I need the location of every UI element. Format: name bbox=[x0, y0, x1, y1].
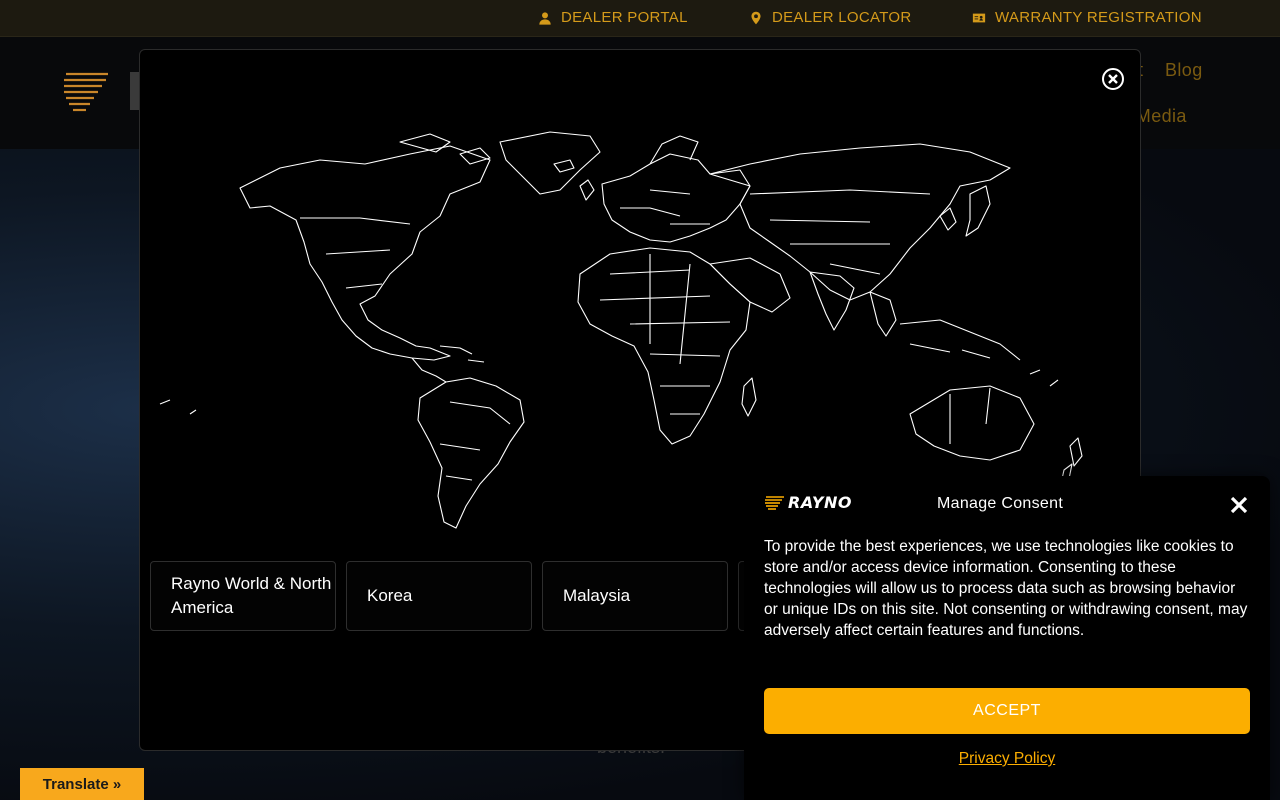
region-card-rayno-world[interactable]: Rayno World & North America bbox=[150, 561, 336, 631]
dealer-locator-link[interactable]: DEALER LOCATOR bbox=[749, 9, 912, 26]
dealer-portal-link[interactable]: DEALER PORTAL bbox=[538, 9, 688, 26]
dealer-portal-label: DEALER PORTAL bbox=[561, 9, 688, 26]
consent-logo-wordmark: RAYNO bbox=[788, 493, 852, 512]
region-card-korea[interactable]: Korea bbox=[346, 561, 532, 631]
consent-brand-logo: RAYNO bbox=[764, 493, 852, 512]
warranty-registration-link[interactable]: WARRANTY REGISTRATION bbox=[972, 9, 1202, 26]
consent-title: Manage Consent bbox=[937, 495, 1064, 512]
warranty-registration-label: WARRANTY REGISTRATION bbox=[995, 9, 1202, 26]
close-icon bbox=[1108, 74, 1118, 84]
map-pin-icon bbox=[751, 11, 761, 24]
modal-close-button[interactable] bbox=[1102, 68, 1124, 90]
rayno-logo-icon bbox=[765, 495, 784, 510]
cookie-consent-panel: RAYNO Manage Consent To provide the best… bbox=[744, 476, 1270, 800]
accept-button[interactable]: ACCEPT bbox=[764, 688, 1250, 734]
id-card-icon bbox=[972, 13, 986, 22]
brand-logo-icon[interactable] bbox=[62, 70, 112, 116]
region-card-malaysia[interactable]: Malaysia bbox=[542, 561, 728, 631]
world-map bbox=[159, 131, 1083, 529]
nav-item-blog[interactable]: Blog bbox=[1165, 60, 1203, 81]
privacy-policy-link[interactable]: Privacy Policy bbox=[744, 750, 1270, 768]
consent-close-button[interactable] bbox=[1230, 496, 1250, 516]
consent-description: To provide the best experiences, we use … bbox=[764, 538, 1248, 639]
dealer-locator-label: DEALER LOCATOR bbox=[772, 9, 912, 26]
user-icon bbox=[539, 11, 551, 25]
translate-button[interactable]: Translate » bbox=[20, 768, 144, 800]
close-icon bbox=[1230, 496, 1248, 514]
top-utility-bar: DEALER PORTAL DEALER LOCATOR WARRANTY RE… bbox=[0, 0, 1280, 37]
